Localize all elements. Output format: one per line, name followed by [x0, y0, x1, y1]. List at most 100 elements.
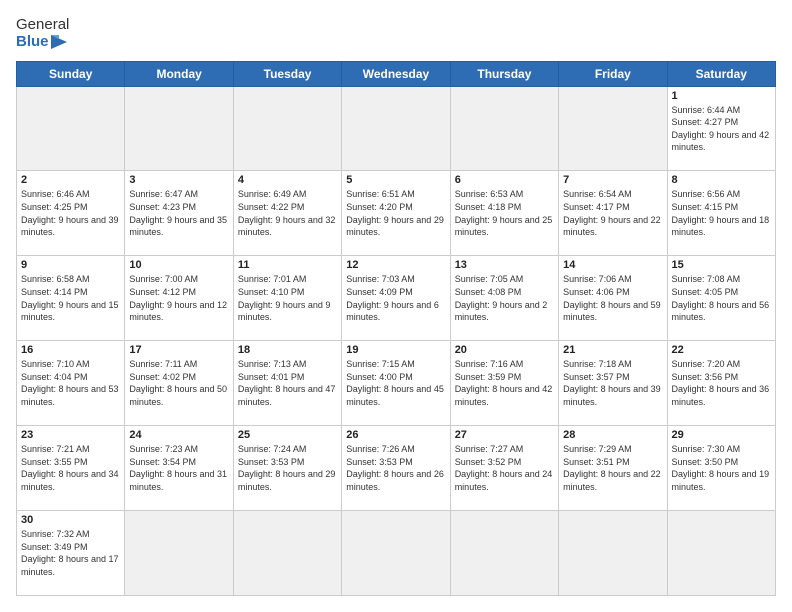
- day-info: Sunrise: 7:27 AM Sunset: 3:52 PM Dayligh…: [455, 443, 554, 493]
- table-row: [559, 86, 667, 171]
- day-number: 22: [672, 344, 771, 356]
- day-info: Sunrise: 7:20 AM Sunset: 3:56 PM Dayligh…: [672, 358, 771, 408]
- day-number: 18: [238, 344, 337, 356]
- day-number: 19: [346, 344, 445, 356]
- table-row: 6 Sunrise: 6:53 AM Sunset: 4:18 PM Dayli…: [450, 171, 558, 256]
- day-number: 17: [129, 344, 228, 356]
- table-row: 18 Sunrise: 7:13 AM Sunset: 4:01 PM Dayl…: [233, 341, 341, 426]
- day-number: 8: [672, 174, 771, 186]
- day-number: 7: [563, 174, 662, 186]
- table-row: 28 Sunrise: 7:29 AM Sunset: 3:51 PM Dayl…: [559, 426, 667, 511]
- calendar-table: Sunday Monday Tuesday Wednesday Thursday…: [16, 61, 776, 597]
- table-row: 29 Sunrise: 7:30 AM Sunset: 3:50 PM Dayl…: [667, 426, 775, 511]
- day-info: Sunrise: 6:58 AM Sunset: 4:14 PM Dayligh…: [21, 273, 120, 323]
- day-info: Sunrise: 6:47 AM Sunset: 4:23 PM Dayligh…: [129, 188, 228, 238]
- table-row: 20 Sunrise: 7:16 AM Sunset: 3:59 PM Dayl…: [450, 341, 558, 426]
- table-row: 25 Sunrise: 7:24 AM Sunset: 3:53 PM Dayl…: [233, 426, 341, 511]
- day-info: Sunrise: 6:56 AM Sunset: 4:15 PM Dayligh…: [672, 188, 771, 238]
- day-number: 21: [563, 344, 662, 356]
- calendar-week-row: 30 Sunrise: 7:32 AM Sunset: 3:49 PM Dayl…: [17, 511, 776, 596]
- day-number: 2: [21, 174, 120, 186]
- table-row: 17 Sunrise: 7:11 AM Sunset: 4:02 PM Dayl…: [125, 341, 233, 426]
- day-number: 25: [238, 429, 337, 441]
- col-sunday: Sunday: [17, 61, 125, 86]
- table-row: [450, 511, 558, 596]
- day-number: 27: [455, 429, 554, 441]
- day-number: 16: [21, 344, 120, 356]
- table-row: 27 Sunrise: 7:27 AM Sunset: 3:52 PM Dayl…: [450, 426, 558, 511]
- day-info: Sunrise: 7:32 AM Sunset: 3:49 PM Dayligh…: [21, 528, 120, 578]
- table-row: 23 Sunrise: 7:21 AM Sunset: 3:55 PM Dayl…: [17, 426, 125, 511]
- table-row: 9 Sunrise: 6:58 AM Sunset: 4:14 PM Dayli…: [17, 256, 125, 341]
- calendar-week-row: 23 Sunrise: 7:21 AM Sunset: 3:55 PM Dayl…: [17, 426, 776, 511]
- table-row: 26 Sunrise: 7:26 AM Sunset: 3:53 PM Dayl…: [342, 426, 450, 511]
- table-row: 15 Sunrise: 7:08 AM Sunset: 4:05 PM Dayl…: [667, 256, 775, 341]
- day-number: 4: [238, 174, 337, 186]
- logo: General Blue: [16, 16, 69, 51]
- table-row: [233, 511, 341, 596]
- day-info: Sunrise: 7:30 AM Sunset: 3:50 PM Dayligh…: [672, 443, 771, 493]
- day-info: Sunrise: 6:53 AM Sunset: 4:18 PM Dayligh…: [455, 188, 554, 238]
- day-info: Sunrise: 6:44 AM Sunset: 4:27 PM Dayligh…: [672, 104, 771, 154]
- blue-triangle-icon: [51, 35, 67, 49]
- day-number: 11: [238, 259, 337, 271]
- page: General Blue Sunday Monday Tuesday Wedne…: [0, 0, 792, 612]
- col-monday: Monday: [125, 61, 233, 86]
- day-number: 24: [129, 429, 228, 441]
- table-row: 7 Sunrise: 6:54 AM Sunset: 4:17 PM Dayli…: [559, 171, 667, 256]
- day-info: Sunrise: 6:51 AM Sunset: 4:20 PM Dayligh…: [346, 188, 445, 238]
- table-row: 30 Sunrise: 7:32 AM Sunset: 3:49 PM Dayl…: [17, 511, 125, 596]
- day-number: 20: [455, 344, 554, 356]
- table-row: [125, 511, 233, 596]
- calendar-week-row: 2 Sunrise: 6:46 AM Sunset: 4:25 PM Dayli…: [17, 171, 776, 256]
- table-row: 24 Sunrise: 7:23 AM Sunset: 3:54 PM Dayl…: [125, 426, 233, 511]
- day-number: 30: [21, 514, 120, 526]
- table-row: 1 Sunrise: 6:44 AM Sunset: 4:27 PM Dayli…: [667, 86, 775, 171]
- col-saturday: Saturday: [667, 61, 775, 86]
- logo-line1: General: [16, 16, 69, 33]
- day-info: Sunrise: 7:24 AM Sunset: 3:53 PM Dayligh…: [238, 443, 337, 493]
- day-info: Sunrise: 7:29 AM Sunset: 3:51 PM Dayligh…: [563, 443, 662, 493]
- calendar-week-row: 16 Sunrise: 7:10 AM Sunset: 4:04 PM Dayl…: [17, 341, 776, 426]
- table-row: 22 Sunrise: 7:20 AM Sunset: 3:56 PM Dayl…: [667, 341, 775, 426]
- day-number: 5: [346, 174, 445, 186]
- logo-text-block: General Blue: [16, 16, 69, 51]
- table-row: [17, 86, 125, 171]
- day-number: 29: [672, 429, 771, 441]
- day-number: 23: [21, 429, 120, 441]
- table-row: 16 Sunrise: 7:10 AM Sunset: 4:04 PM Dayl…: [17, 341, 125, 426]
- col-thursday: Thursday: [450, 61, 558, 86]
- day-info: Sunrise: 7:15 AM Sunset: 4:00 PM Dayligh…: [346, 358, 445, 408]
- day-info: Sunrise: 7:23 AM Sunset: 3:54 PM Dayligh…: [129, 443, 228, 493]
- day-info: Sunrise: 7:05 AM Sunset: 4:08 PM Dayligh…: [455, 273, 554, 323]
- day-number: 9: [21, 259, 120, 271]
- day-info: Sunrise: 7:10 AM Sunset: 4:04 PM Dayligh…: [21, 358, 120, 408]
- col-tuesday: Tuesday: [233, 61, 341, 86]
- day-info: Sunrise: 7:00 AM Sunset: 4:12 PM Dayligh…: [129, 273, 228, 323]
- day-info: Sunrise: 7:08 AM Sunset: 4:05 PM Dayligh…: [672, 273, 771, 323]
- day-number: 26: [346, 429, 445, 441]
- table-row: [667, 511, 775, 596]
- calendar-header-row: Sunday Monday Tuesday Wednesday Thursday…: [17, 61, 776, 86]
- table-row: 2 Sunrise: 6:46 AM Sunset: 4:25 PM Dayli…: [17, 171, 125, 256]
- day-info: Sunrise: 7:13 AM Sunset: 4:01 PM Dayligh…: [238, 358, 337, 408]
- day-number: 10: [129, 259, 228, 271]
- table-row: [125, 86, 233, 171]
- day-info: Sunrise: 7:16 AM Sunset: 3:59 PM Dayligh…: [455, 358, 554, 408]
- table-row: [233, 86, 341, 171]
- table-row: 14 Sunrise: 7:06 AM Sunset: 4:06 PM Dayl…: [559, 256, 667, 341]
- table-row: 12 Sunrise: 7:03 AM Sunset: 4:09 PM Dayl…: [342, 256, 450, 341]
- day-number: 14: [563, 259, 662, 271]
- table-row: 11 Sunrise: 7:01 AM Sunset: 4:10 PM Dayl…: [233, 256, 341, 341]
- day-number: 15: [672, 259, 771, 271]
- table-row: 19 Sunrise: 7:15 AM Sunset: 4:00 PM Dayl…: [342, 341, 450, 426]
- table-row: 13 Sunrise: 7:05 AM Sunset: 4:08 PM Dayl…: [450, 256, 558, 341]
- table-row: 10 Sunrise: 7:00 AM Sunset: 4:12 PM Dayl…: [125, 256, 233, 341]
- header: General Blue: [16, 16, 776, 51]
- calendar-week-row: 9 Sunrise: 6:58 AM Sunset: 4:14 PM Dayli…: [17, 256, 776, 341]
- table-row: 5 Sunrise: 6:51 AM Sunset: 4:20 PM Dayli…: [342, 171, 450, 256]
- day-info: Sunrise: 7:18 AM Sunset: 3:57 PM Dayligh…: [563, 358, 662, 408]
- table-row: 8 Sunrise: 6:56 AM Sunset: 4:15 PM Dayli…: [667, 171, 775, 256]
- day-info: Sunrise: 7:03 AM Sunset: 4:09 PM Dayligh…: [346, 273, 445, 323]
- day-info: Sunrise: 6:49 AM Sunset: 4:22 PM Dayligh…: [238, 188, 337, 238]
